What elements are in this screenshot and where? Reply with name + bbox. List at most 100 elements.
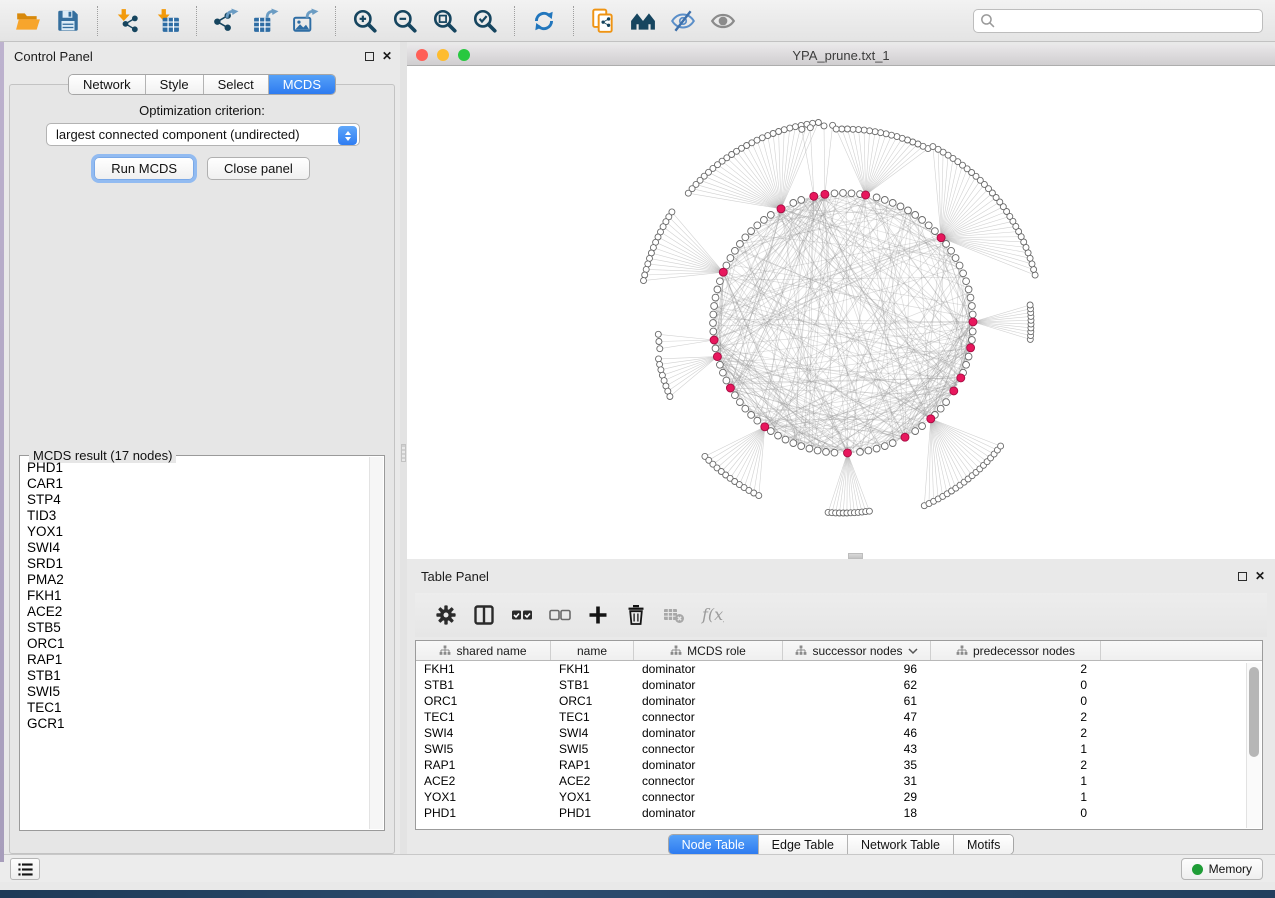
column-header-name[interactable]: name: [551, 641, 634, 660]
cell-name[interactable]: PHD1: [551, 805, 634, 821]
table-scrollbar-thumb[interactable]: [1249, 667, 1259, 757]
cell-predecessor-nodes[interactable]: 0: [931, 693, 1101, 709]
run-mcds-button[interactable]: Run MCDS: [94, 157, 194, 180]
tab-node-table[interactable]: Node Table: [669, 835, 759, 854]
tab-style[interactable]: Style: [146, 75, 204, 94]
mcds-result-item[interactable]: FKH1: [27, 588, 368, 604]
graph-nodes[interactable]: [641, 120, 1039, 517]
mcds-result-item[interactable]: STB5: [27, 620, 368, 636]
cell-successor-nodes[interactable]: 96: [783, 661, 931, 677]
cell-successor-nodes[interactable]: 62: [783, 677, 931, 693]
table-row[interactable]: ACE2ACE2connector311: [416, 773, 1262, 789]
cell-successor-nodes[interactable]: 47: [783, 709, 931, 725]
table-scrollbar[interactable]: [1246, 663, 1261, 828]
table-row[interactable]: SWI4SWI4dominator462: [416, 725, 1262, 741]
mcds-result-item[interactable]: YOX1: [27, 524, 368, 540]
cell-shared-name[interactable]: SWI5: [416, 741, 551, 757]
hide-graphics-details-button[interactable]: [665, 5, 701, 37]
cell-MCDS-role[interactable]: connector: [634, 709, 783, 725]
cell-predecessor-nodes[interactable]: 1: [931, 773, 1101, 789]
cell-successor-nodes[interactable]: 43: [783, 741, 931, 757]
cell-name[interactable]: SWI4: [551, 725, 634, 741]
cell-predecessor-nodes[interactable]: 2: [931, 757, 1101, 773]
cell-shared-name[interactable]: ACE2: [416, 773, 551, 789]
cell-MCDS-role[interactable]: dominator: [634, 725, 783, 741]
zoom-selected-button[interactable]: [467, 5, 503, 37]
cell-MCDS-role[interactable]: dominator: [634, 677, 783, 693]
mcds-result-item[interactable]: ORC1: [27, 636, 368, 652]
search-network-button[interactable]: [625, 5, 661, 37]
cell-shared-name[interactable]: FKH1: [416, 661, 551, 677]
table-row[interactable]: FKH1FKH1dominator962: [416, 661, 1262, 677]
splitter-grip[interactable]: [401, 444, 406, 462]
criterion-dropdown[interactable]: largest connected component (undirected): [46, 123, 360, 146]
cell-name[interactable]: ORC1: [551, 693, 634, 709]
cell-predecessor-nodes[interactable]: 2: [931, 709, 1101, 725]
tab-motifs[interactable]: Motifs: [954, 835, 1013, 854]
mcds-result-item[interactable]: STB1: [27, 668, 368, 684]
cell-shared-name[interactable]: TEC1: [416, 709, 551, 725]
network-graph[interactable]: [407, 66, 1275, 557]
table-row[interactable]: RAP1RAP1dominator352: [416, 757, 1262, 773]
network-canvas[interactable]: [407, 66, 1275, 559]
cell-name[interactable]: YOX1: [551, 789, 634, 805]
import-network-button[interactable]: [109, 5, 145, 37]
float-panel-icon[interactable]: [1238, 572, 1247, 581]
close-panel-button[interactable]: Close panel: [207, 157, 310, 180]
cell-name[interactable]: TEC1: [551, 709, 634, 725]
mcds-result-list[interactable]: PHD1CAR1STP4TID3YOX1SWI4SRD1PMA2FKH1ACE2…: [22, 460, 368, 828]
columns-button[interactable]: [467, 599, 501, 631]
cell-successor-nodes[interactable]: 46: [783, 725, 931, 741]
cell-MCDS-role[interactable]: connector: [634, 773, 783, 789]
cell-predecessor-nodes[interactable]: 2: [931, 725, 1101, 741]
column-header-predecessor-nodes[interactable]: predecessor nodes: [931, 641, 1101, 660]
cell-successor-nodes[interactable]: 61: [783, 693, 931, 709]
cell-predecessor-nodes[interactable]: 2: [931, 661, 1101, 677]
cell-shared-name[interactable]: PHD1: [416, 805, 551, 821]
cell-successor-nodes[interactable]: 18: [783, 805, 931, 821]
settings-button[interactable]: [429, 599, 463, 631]
zoom-in-button[interactable]: [347, 5, 383, 37]
zoom-out-button[interactable]: [387, 5, 423, 37]
mcds-result-item[interactable]: SWI5: [27, 684, 368, 700]
cell-MCDS-role[interactable]: connector: [634, 789, 783, 805]
table-row[interactable]: YOX1YOX1connector291: [416, 789, 1262, 805]
cell-name[interactable]: STB1: [551, 677, 634, 693]
close-panel-icon[interactable]: ✕: [1255, 572, 1265, 581]
table-row[interactable]: PHD1PHD1dominator180: [416, 805, 1262, 821]
cell-name[interactable]: RAP1: [551, 757, 634, 773]
table-row[interactable]: STB1STB1dominator620: [416, 677, 1262, 693]
close-panel-icon[interactable]: ✕: [382, 52, 392, 61]
tab-network-table[interactable]: Network Table: [848, 835, 954, 854]
mcds-result-item[interactable]: SWI4: [27, 540, 368, 556]
delete-row-button[interactable]: [619, 599, 653, 631]
cell-name[interactable]: SWI5: [551, 741, 634, 757]
cell-predecessor-nodes[interactable]: 1: [931, 789, 1101, 805]
cell-MCDS-role[interactable]: connector: [634, 741, 783, 757]
mcds-result-scrollbar[interactable]: [369, 457, 383, 829]
cell-shared-name[interactable]: RAP1: [416, 757, 551, 773]
mcds-result-item[interactable]: GCR1: [27, 716, 368, 732]
clone-network-button[interactable]: [585, 5, 621, 37]
open-file-button[interactable]: [10, 5, 46, 37]
cell-MCDS-role[interactable]: dominator: [634, 805, 783, 821]
cell-shared-name[interactable]: SWI4: [416, 725, 551, 741]
float-panel-icon[interactable]: [365, 52, 374, 61]
tab-mcds[interactable]: MCDS: [269, 75, 335, 94]
cell-name[interactable]: ACE2: [551, 773, 634, 789]
cell-shared-name[interactable]: ORC1: [416, 693, 551, 709]
tab-edge-table[interactable]: Edge Table: [759, 835, 848, 854]
column-header-MCDS-role[interactable]: MCDS role: [634, 641, 783, 660]
export-network-button[interactable]: [208, 5, 244, 37]
mcds-result-item[interactable]: STP4: [27, 492, 368, 508]
cell-name[interactable]: FKH1: [551, 661, 634, 677]
zoom-fit-button[interactable]: [427, 5, 463, 37]
cell-MCDS-role[interactable]: dominator: [634, 757, 783, 773]
table-row[interactable]: SWI5SWI5connector431: [416, 741, 1262, 757]
search-input[interactable]: [995, 11, 1262, 31]
horizontal-splitter-grip[interactable]: [848, 553, 863, 559]
save-session-button[interactable]: [50, 5, 86, 37]
mcds-result-item[interactable]: SRD1: [27, 556, 368, 572]
cell-MCDS-role[interactable]: dominator: [634, 693, 783, 709]
task-history-button[interactable]: [10, 858, 40, 880]
